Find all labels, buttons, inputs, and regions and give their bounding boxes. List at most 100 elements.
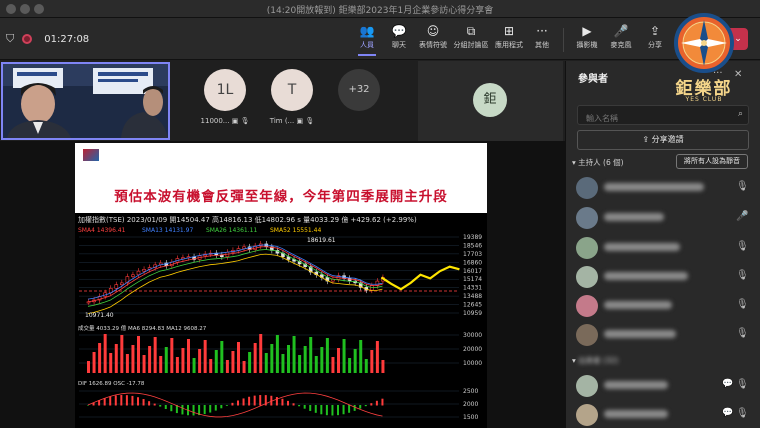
macd-bar (331, 405, 334, 416)
volume-bar (159, 356, 163, 373)
volume-bar (142, 355, 146, 373)
list-item[interactable]: 💬 🎙 (576, 375, 756, 397)
list-item[interactable]: 🎙 (576, 324, 756, 346)
volume-legend: 成交量 4033.29 億 MA6 8294.83 MA12 9608.27 (78, 324, 207, 332)
presenter-tile[interactable]: 鉅 (418, 61, 563, 141)
volume-bar (281, 354, 285, 373)
macd-bar (314, 405, 317, 413)
avatar: 鉅 (473, 83, 507, 117)
volume-bar (237, 342, 240, 373)
volume-bar (292, 336, 296, 373)
y-tick-label: 13488 (463, 293, 482, 300)
list-item[interactable]: 🎤 (576, 207, 756, 229)
volume-bar (242, 361, 246, 373)
attendee-section-header[interactable]: ▾ 出席者 (32) (572, 355, 618, 366)
list-item[interactable]: 🎙 (576, 237, 756, 259)
participant-name (604, 330, 676, 338)
apps-button[interactable]: ⊞ 應用程式 (492, 24, 526, 50)
mic-button[interactable]: 🎤 麥克風 (606, 24, 636, 50)
stock-chart-svg: 加權指數(TSE) 2023/01/09 開14504.47 高14816.13… (78, 215, 482, 421)
macd-bar (225, 405, 228, 406)
meeting-timer: 01:27:08 (44, 33, 90, 45)
macd-legend: DIF 1626.89 OSC -17.78 (78, 381, 145, 387)
video-strip: 1L 11000... ▣ 🎙 T Tim (... ▣ 🎙 +32 鉅 (0, 61, 565, 141)
volume-bar (231, 351, 235, 373)
host-section-header[interactable]: ▾ 主持人 (6 個) (572, 157, 624, 168)
volume-bar (103, 334, 107, 373)
volume-bar (348, 358, 352, 373)
share-link-icon: ⇪ (642, 135, 650, 144)
legend-entry: SMA13 14131.97 (142, 227, 193, 234)
macd-bar (148, 401, 151, 406)
volume-bar (270, 344, 274, 373)
macd-bar (131, 395, 134, 406)
macd-bar (192, 405, 195, 416)
stock-chart: 加權指數(TSE) 2023/01/09 開14504.47 高14816.13… (75, 213, 487, 428)
participant-tile-1[interactable]: 1L 11000... ▣ 🎙 (200, 69, 250, 125)
macd-bar (298, 405, 301, 407)
mute-all-button[interactable]: 將所有人設為靜音 (676, 154, 748, 169)
breakout-rooms-button[interactable]: ⧉ 分組討論區 (451, 24, 491, 50)
macd-bar (353, 405, 356, 411)
macd-bar (381, 398, 384, 406)
mic-off-icon: 🎙 (736, 328, 749, 339)
active-speaker-video[interactable] (1, 62, 170, 140)
camera-button[interactable]: ▶ 攝影機 (572, 24, 602, 50)
participant-name: Tim (... (269, 117, 295, 125)
list-item[interactable]: 🎙 (576, 295, 756, 317)
macd-bar (120, 395, 123, 406)
macd-tick-label: 2500 (463, 388, 478, 395)
candle (120, 282, 124, 285)
volume-bar (225, 360, 229, 373)
camera-icon: ▶ (582, 24, 592, 38)
volume-bar (131, 345, 135, 373)
search-input[interactable] (578, 109, 728, 128)
avatar (576, 324, 598, 346)
volume-bar (381, 360, 385, 373)
volume-bar (137, 336, 140, 373)
volume-bar (192, 358, 196, 373)
macd-bar (137, 397, 139, 406)
search-field[interactable]: ⌕ (577, 105, 749, 128)
more-participants-tile[interactable]: +32 (338, 69, 380, 111)
share-invite-button[interactable]: ⇪ 分享邀請 (577, 130, 749, 150)
volume-bar (331, 357, 335, 373)
list-item[interactable]: 💬 🎙 (576, 404, 756, 426)
volume-bar (325, 338, 329, 373)
club-logo: 鉅樂部 YES CLUB (658, 12, 750, 108)
macd-bar (237, 400, 239, 406)
macd-bar (203, 405, 206, 415)
volume-bar (264, 353, 268, 373)
macd-bar (220, 405, 223, 409)
compass-emblem (674, 13, 734, 73)
macd-bar (159, 405, 162, 407)
camera-off-icon: ▣ (231, 117, 239, 125)
more-icon: ··· (536, 24, 548, 38)
candle (136, 270, 141, 276)
mic-off-icon: 🎙 (736, 241, 749, 252)
macd-bar (181, 405, 184, 415)
more-button[interactable]: ··· 其他 (527, 24, 557, 50)
apps-icon: ⊞ (503, 24, 515, 38)
list-item[interactable]: 🎙 (576, 177, 756, 199)
chat-button[interactable]: 💬 聊天 (384, 24, 414, 50)
macd-bar (325, 405, 328, 416)
club-subtitle: YES CLUB (685, 96, 723, 103)
reactions-button[interactable]: ☺ 表情符號 (416, 24, 450, 50)
people-button[interactable]: 👥 人員 (352, 24, 382, 56)
volume-bar (187, 339, 190, 373)
macd-bar (375, 400, 378, 406)
volume-bar (98, 343, 102, 373)
participant-tile-2[interactable]: T Tim (... ▣ 🎙 (264, 69, 320, 125)
mic-icon: 🎤 (736, 211, 749, 222)
forecast-arrow (380, 265, 460, 291)
shield-icon: ⛉ (6, 32, 15, 45)
mic-off-icon: 🎙 (736, 181, 749, 192)
y-tick-label: 16860 (463, 259, 482, 266)
volume-bar (181, 348, 185, 373)
volume-bar (164, 347, 168, 373)
chart-title: 加權指數(TSE) 2023/01/09 開14504.47 高14816.13… (78, 215, 417, 224)
recording-icon (22, 34, 33, 44)
list-item[interactable]: 🎙 (576, 266, 756, 288)
volume-bar (337, 348, 340, 373)
